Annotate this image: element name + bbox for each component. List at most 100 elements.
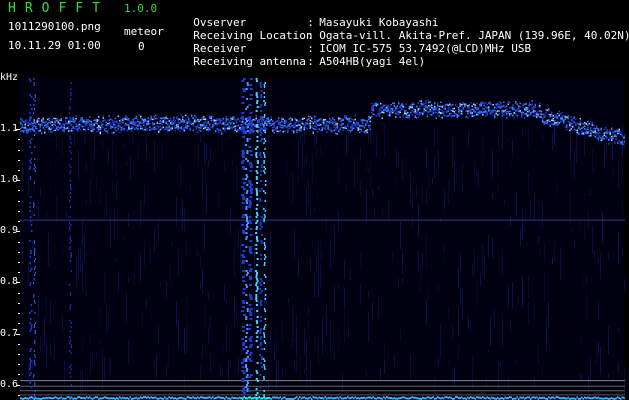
signal-pixel bbox=[608, 131, 610, 134]
noise-streak bbox=[126, 292, 127, 325]
signal-pixel bbox=[408, 114, 410, 117]
signal-pixel bbox=[155, 126, 157, 129]
signal-pixel bbox=[569, 124, 571, 126]
burst-pixel bbox=[70, 124, 72, 126]
signal-pixel bbox=[207, 128, 209, 131]
signal-pixel bbox=[122, 126, 124, 129]
signal-pixel bbox=[522, 112, 524, 115]
signal-pixel bbox=[242, 121, 244, 123]
signal-pixel bbox=[195, 125, 197, 128]
signal-pixel bbox=[288, 127, 290, 130]
signal-pixel bbox=[357, 122, 359, 124]
burst-pixel bbox=[256, 96, 259, 98]
burst-pixel bbox=[29, 94, 31, 96]
bottom-band-pixel bbox=[557, 396, 559, 399]
signal-pixel bbox=[540, 112, 542, 115]
signal-pixel bbox=[561, 120, 563, 122]
burst-pixel bbox=[33, 394, 35, 396]
bottom-band-pixel bbox=[137, 397, 139, 400]
noise-streak bbox=[604, 143, 605, 169]
signal-pixel bbox=[351, 123, 353, 126]
signal-pixel bbox=[399, 110, 401, 112]
bottom-band-pixel bbox=[251, 397, 253, 400]
bottom-band-pixel bbox=[143, 396, 145, 399]
noise-streak bbox=[46, 341, 47, 368]
signal-pixel bbox=[410, 104, 412, 107]
noise-streak bbox=[498, 362, 499, 390]
noise-streak bbox=[144, 184, 145, 206]
signal-pixel bbox=[317, 120, 319, 122]
signal-pixel bbox=[485, 102, 487, 104]
signal-pixel bbox=[543, 116, 545, 118]
burst-pixel bbox=[69, 138, 71, 140]
bottom-band-pixel bbox=[432, 396, 434, 399]
signal-pixel bbox=[216, 118, 218, 120]
signal-pixel bbox=[347, 118, 349, 120]
bottom-band-pixel bbox=[50, 397, 52, 400]
signal-pixel bbox=[179, 126, 181, 129]
signal-pixel bbox=[132, 121, 134, 124]
signal-pixel bbox=[396, 108, 398, 110]
signal-pixel bbox=[455, 104, 457, 106]
bottom-band-pixel bbox=[389, 397, 391, 400]
signal-pixel bbox=[161, 127, 163, 129]
burst-pixel bbox=[263, 218, 265, 220]
noise-streak bbox=[128, 338, 129, 365]
signal-pixel bbox=[321, 119, 323, 122]
signal-pixel bbox=[521, 116, 523, 118]
bottom-band-pixel bbox=[56, 396, 58, 399]
signal-pixel bbox=[603, 132, 605, 135]
signal-pixel bbox=[558, 114, 560, 117]
noise-streak bbox=[476, 279, 477, 310]
signal-pixel bbox=[579, 120, 581, 122]
signal-pixel bbox=[402, 106, 404, 108]
noise-streak bbox=[294, 338, 295, 343]
signal-pixel bbox=[396, 111, 398, 113]
bottom-band-pixel bbox=[513, 397, 515, 400]
signal-pixel bbox=[146, 129, 148, 132]
signal-pixel bbox=[321, 127, 323, 129]
noise-streak bbox=[144, 247, 145, 263]
signal-pixel bbox=[387, 108, 389, 110]
signal-pixel bbox=[395, 112, 397, 115]
signal-pixel bbox=[371, 109, 373, 111]
bottom-band-pixel bbox=[107, 397, 109, 400]
signal-pixel bbox=[237, 129, 239, 131]
noise-streak bbox=[278, 359, 279, 383]
noise-streak bbox=[412, 190, 413, 209]
bottom-band-pixel bbox=[525, 397, 527, 400]
signal-pixel bbox=[366, 122, 368, 124]
burst-pixel bbox=[264, 310, 266, 312]
noise-streak bbox=[220, 363, 221, 378]
signal-pixel bbox=[71, 120, 73, 123]
bottom-band-pixel bbox=[566, 397, 568, 400]
signal-pixel bbox=[99, 128, 101, 131]
signal-pixel bbox=[410, 106, 412, 109]
burst-pixel bbox=[245, 174, 248, 176]
signal-pixel bbox=[143, 129, 145, 131]
noise-streak bbox=[86, 199, 87, 204]
burst-pixel bbox=[263, 308, 266, 310]
signal-pixel bbox=[237, 124, 239, 127]
bottom-band-pixel bbox=[299, 396, 301, 399]
signal-pixel bbox=[477, 111, 479, 114]
noise-streak bbox=[510, 321, 511, 332]
burst-pixel bbox=[249, 166, 253, 168]
burst-pixel bbox=[248, 132, 252, 134]
burst-pixel bbox=[255, 388, 258, 390]
bottom-band-pixel bbox=[53, 397, 55, 400]
burst-pixel bbox=[245, 332, 248, 334]
bottom-band-pixel bbox=[327, 396, 329, 399]
noise-streak bbox=[582, 374, 583, 379]
burst-pixel bbox=[246, 120, 249, 122]
signal-pixel bbox=[245, 122, 247, 124]
signal-pixel bbox=[591, 121, 593, 124]
signal-pixel bbox=[398, 101, 400, 103]
noise-streak bbox=[316, 192, 317, 199]
noise-streak bbox=[106, 302, 107, 335]
signal-pixel bbox=[501, 105, 503, 108]
signal-pixel bbox=[483, 111, 485, 113]
burst-pixel bbox=[30, 268, 33, 270]
noise-streak bbox=[44, 317, 45, 347]
signal-pixel bbox=[119, 131, 121, 134]
